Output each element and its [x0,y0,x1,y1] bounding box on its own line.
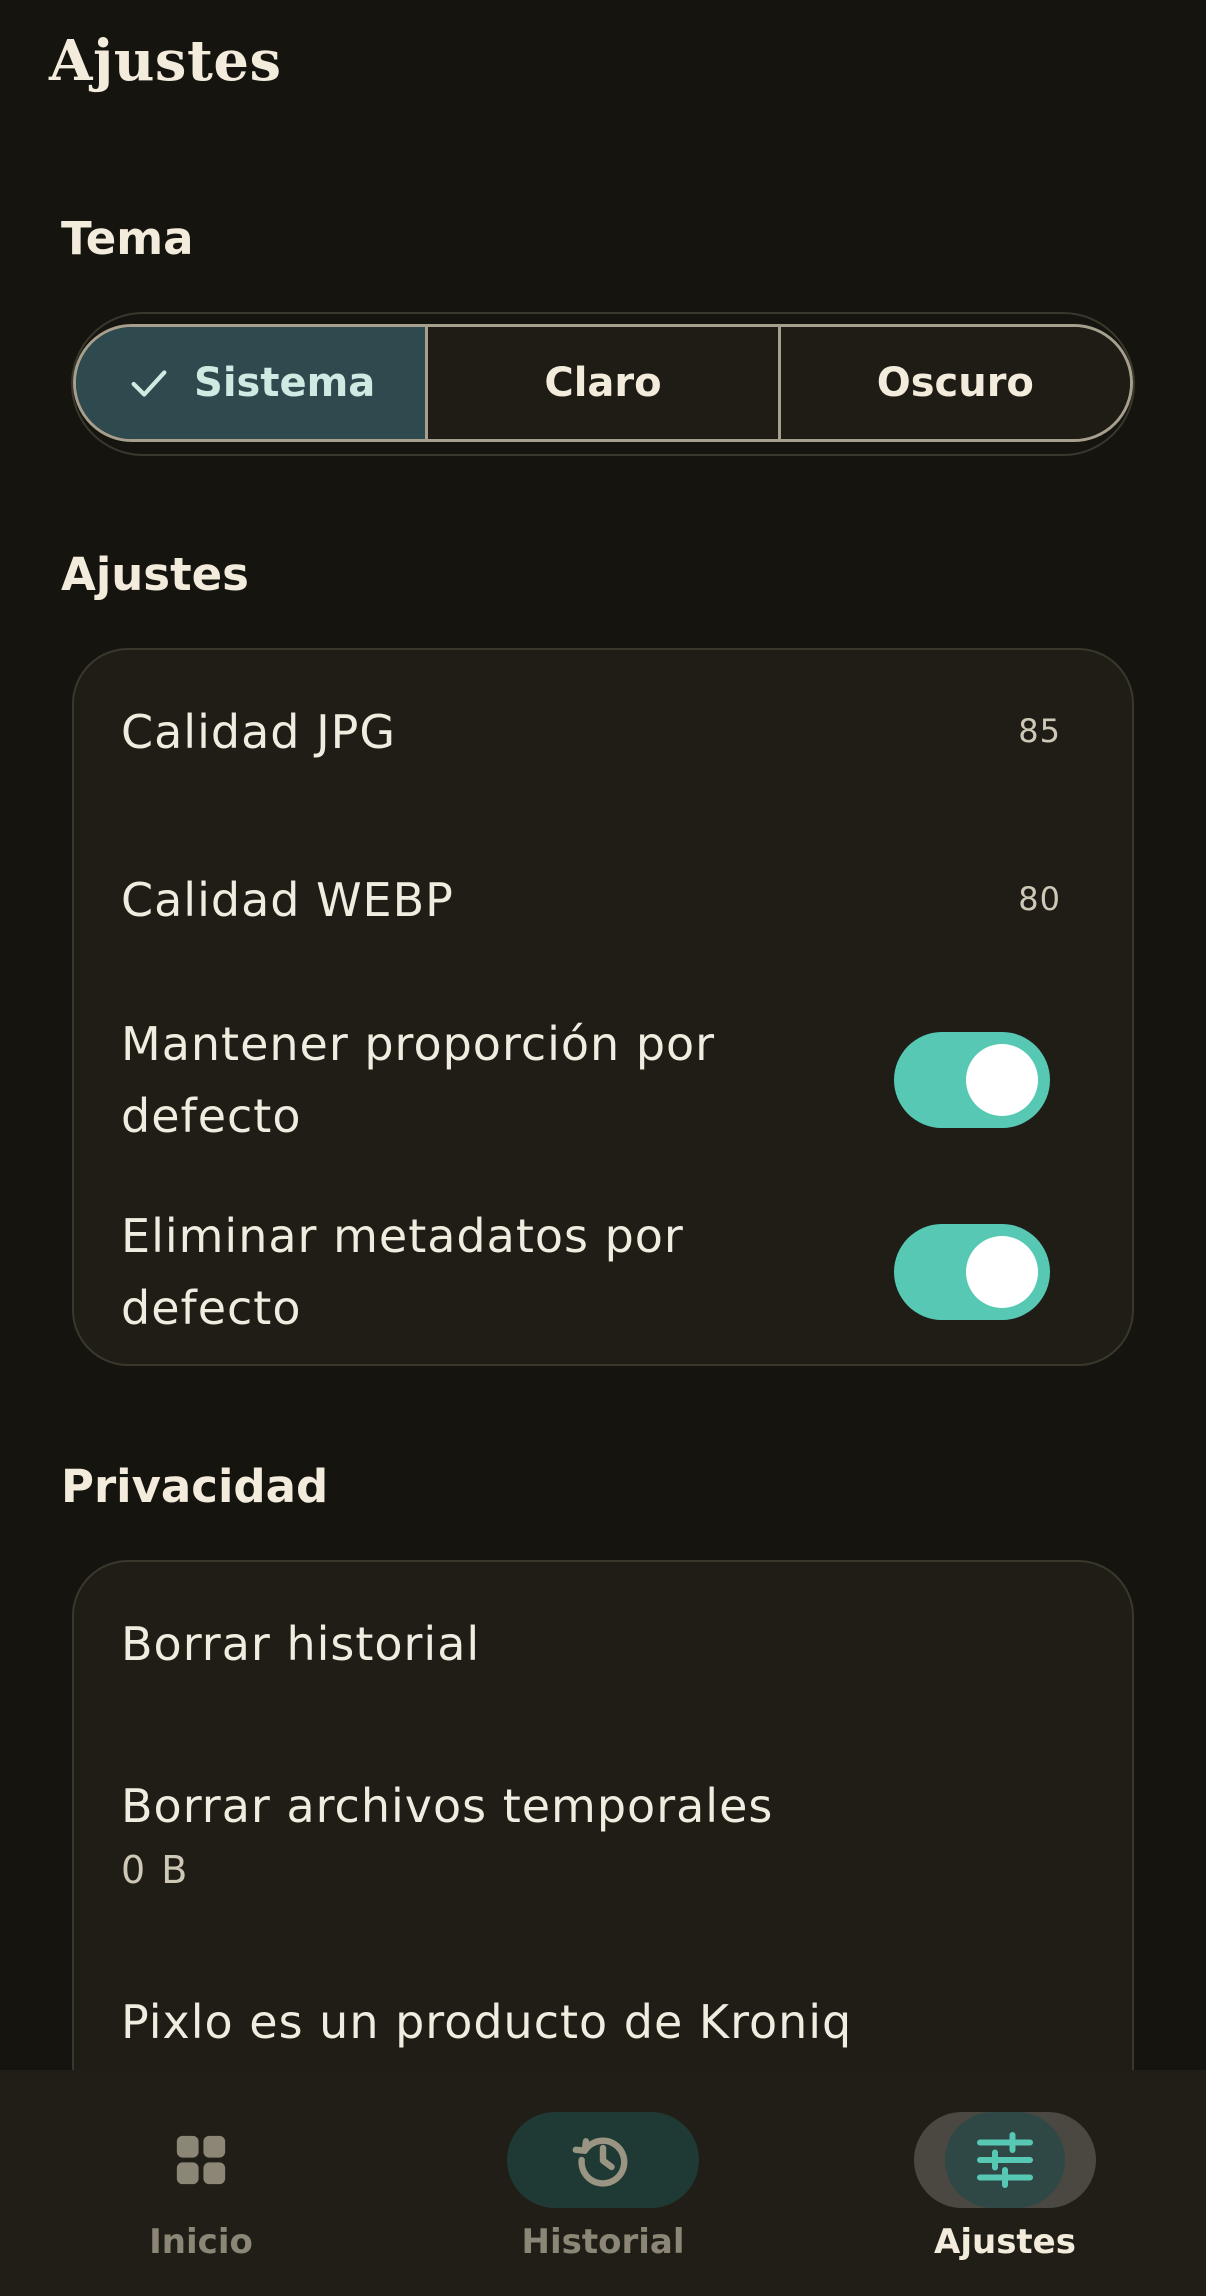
about-text: Pixlo es un producto de Kroniq [121,1995,853,2049]
theme-option-oscuro[interactable]: Oscuro [777,327,1130,439]
bottom-navigation: Inicio Historial Ajustes [0,2070,1206,2296]
nav-item-historial[interactable]: Historial [402,2070,804,2296]
theme-option-label: Oscuro [876,360,1034,406]
privacy-section-title: Privacidad [61,1460,329,1513]
strip-metadata-label-line1: Eliminar metadatos por [121,1209,684,1263]
settings-section-title: Ajustes [61,548,249,601]
nav-pill [507,2112,699,2208]
theme-option-label: Sistema [194,360,376,406]
nav-pill-highlight [945,2112,1065,2208]
nav-pill [914,2112,1096,2208]
theme-segmented-control: Sistema Claro Oscuro [73,324,1133,442]
keep-ratio-label-line1: Mantener proporción por [121,1017,716,1071]
theme-option-label: Claro [544,360,662,406]
grid-icon [176,2135,226,2185]
jpg-quality-value: 85 [1018,712,1061,750]
nav-item-inicio[interactable]: Inicio [0,2070,402,2296]
keep-ratio-label: Mantener proporción por defecto [121,1008,715,1152]
strip-metadata-toggle[interactable] [894,1224,1050,1320]
toggle-knob [966,1044,1038,1116]
clear-history-button[interactable]: Borrar historial [121,1608,480,1680]
strip-metadata-label: Eliminar metadatos por defecto [121,1200,684,1344]
clear-temp-files-button[interactable]: Borrar archivos temporales [121,1770,773,1842]
theme-option-sistema[interactable]: Sistema [76,327,426,439]
sliders-icon [977,2132,1033,2188]
nav-label: Inicio [149,2222,253,2262]
webp-quality-label[interactable]: Calidad WEBP [121,864,454,936]
webp-quality-value: 80 [1018,880,1061,918]
nav-label: Historial [521,2222,685,2262]
nav-pill [105,2112,297,2208]
nav-label: Ajustes [934,2222,1076,2262]
jpg-quality-label[interactable]: Calidad JPG [121,696,396,768]
toggle-knob [966,1236,1038,1308]
keep-ratio-toggle[interactable] [894,1032,1050,1128]
history-icon [572,2137,628,2187]
check-icon [131,370,167,397]
temp-files-size: 0 B [121,1848,190,1892]
nav-item-ajustes[interactable]: Ajustes [804,2070,1206,2296]
theme-section-title: Tema [61,212,194,265]
strip-metadata-label-line2: defecto [121,1281,302,1335]
page-title: Ajustes [49,28,282,94]
theme-option-claro[interactable]: Claro [425,327,778,439]
keep-ratio-label-line2: defecto [121,1089,302,1143]
